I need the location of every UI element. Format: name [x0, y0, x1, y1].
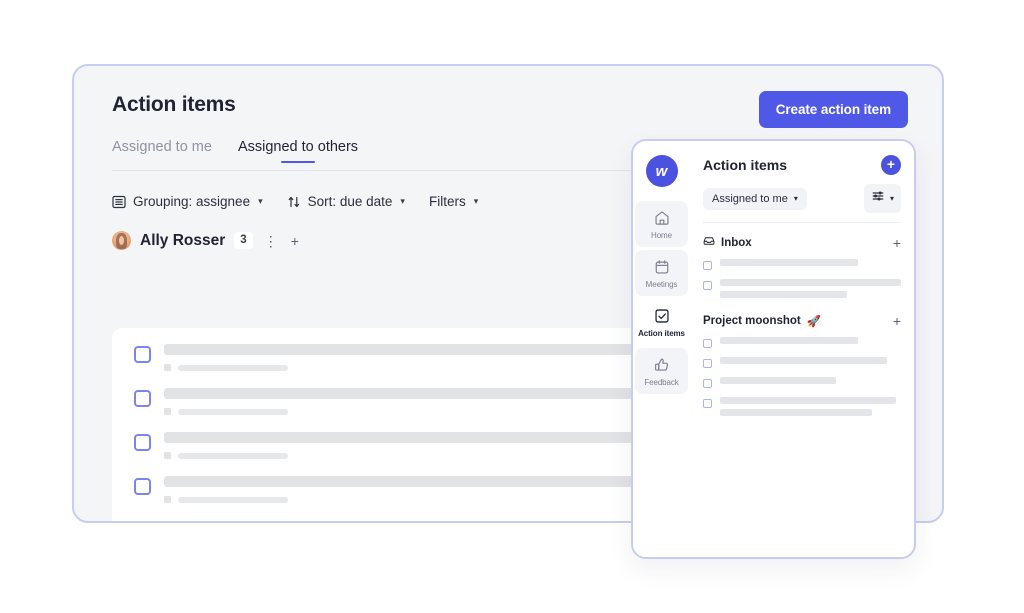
task-title-placeholder — [164, 476, 658, 487]
task-checkbox[interactable] — [703, 261, 712, 270]
sliders-icon — [871, 189, 885, 208]
section-title-project-moonshot: Project moonshot — [703, 315, 801, 327]
sidebar-item-action-items[interactable]: Action items — [635, 299, 688, 345]
sort-label: Sort: due date — [307, 194, 393, 209]
list-item[interactable] — [703, 357, 901, 368]
task-content — [720, 397, 901, 416]
rocket-icon: 🚀 — [806, 316, 822, 328]
list-item[interactable] — [703, 337, 901, 348]
task-meta-icon — [164, 408, 171, 415]
assignee-name: Ally Rosser — [140, 231, 226, 249]
task-content — [720, 337, 901, 344]
section-add-inbox[interactable]: + — [893, 236, 901, 250]
compact-page-title: Action items — [703, 157, 788, 173]
checkbox-icon — [653, 307, 671, 325]
tab-assigned-to-others[interactable]: Assigned to others — [238, 139, 358, 170]
task-title-placeholder — [720, 357, 887, 364]
task-content — [720, 357, 901, 364]
section-title-inbox: Inbox — [721, 236, 752, 249]
task-meta-icon — [164, 452, 171, 459]
sidebar-item-label: Feedback — [644, 378, 679, 387]
chevron-down-icon: ▾ — [473, 196, 479, 206]
compact-main-area: Action items + Assigned to me ▾ ▾ Inbox … — [690, 141, 914, 557]
list-item[interactable] — [703, 397, 901, 416]
filters-control[interactable]: Filters ▾ — [429, 194, 478, 209]
task-checkbox[interactable] — [134, 478, 151, 495]
sidebar-item-label: Home — [651, 231, 672, 240]
task-checkbox[interactable] — [134, 346, 151, 363]
sidebar-item-label: Action items — [638, 329, 685, 338]
compact-controls: Assigned to me ▾ ▾ — [703, 184, 901, 223]
grouping-control[interactable]: Grouping: assignee ▾ — [112, 194, 263, 209]
list-item[interactable] — [703, 259, 901, 270]
task-checkbox[interactable] — [703, 339, 712, 348]
compact-assignee-filter[interactable]: Assigned to me ▾ — [703, 187, 807, 210]
task-title-placeholder — [720, 397, 896, 404]
sidebar-item-meetings[interactable]: Meetings — [635, 250, 688, 296]
section-header-inbox: Inbox + — [703, 235, 901, 250]
app-sidebar: w Home Meetings Action items Feedback — [633, 141, 690, 557]
sort-icon — [287, 195, 301, 209]
list-item[interactable] — [703, 279, 901, 298]
task-title-placeholder — [720, 377, 836, 384]
screenshot-stage: Action items Create action item Assigned… — [0, 0, 1024, 613]
task-checkbox[interactable] — [703, 281, 712, 290]
home-icon — [653, 209, 671, 227]
chevron-down-icon: ▾ — [258, 196, 263, 206]
task-content — [720, 279, 901, 298]
task-content — [720, 377, 901, 384]
chevron-down-icon: ▾ — [889, 194, 894, 203]
task-checkbox[interactable] — [703, 379, 712, 388]
task-subtitle-placeholder — [720, 291, 847, 298]
tab-assigned-to-me[interactable]: Assigned to me — [112, 139, 212, 170]
compact-header: Action items + — [703, 155, 901, 175]
task-meta-placeholder — [178, 496, 288, 503]
task-checkbox[interactable] — [703, 399, 712, 408]
list-item[interactable] — [703, 377, 901, 388]
calendar-icon — [653, 258, 671, 276]
task-checkbox[interactable] — [703, 359, 712, 368]
task-title-placeholder — [720, 259, 858, 266]
thumbs-up-icon — [653, 356, 671, 374]
sidebar-item-label: Meetings — [645, 280, 678, 289]
task-content — [720, 259, 901, 266]
inbox-icon — [703, 235, 715, 250]
sidebar-item-feedback[interactable]: Feedback — [635, 348, 688, 394]
sort-control[interactable]: Sort: due date ▾ — [287, 194, 405, 209]
task-meta-icon — [164, 364, 171, 371]
task-title-placeholder — [720, 279, 901, 286]
task-checkbox[interactable] — [134, 434, 151, 451]
filters-label: Filters — [428, 194, 466, 209]
section-header-project-moonshot: Project moonshot 🚀 + — [703, 314, 901, 328]
task-subtitle-placeholder — [720, 409, 873, 416]
section-title-group: Project moonshot 🚀 — [703, 314, 821, 328]
section-title-group: Inbox — [703, 235, 752, 250]
task-meta-placeholder — [178, 452, 288, 459]
task-meta-placeholder — [178, 364, 288, 371]
task-meta-icon — [164, 496, 171, 503]
avatar — [112, 231, 131, 250]
section-add-project-moonshot[interactable]: + — [893, 314, 901, 328]
compact-add-button[interactable]: + — [881, 155, 901, 175]
grouping-icon — [112, 195, 126, 209]
group-add-task-icon[interactable]: + — [289, 234, 301, 248]
task-title-placeholder — [164, 432, 658, 443]
app-logo[interactable]: w — [645, 155, 678, 187]
chevron-down-icon: ▾ — [400, 196, 405, 206]
chevron-down-icon: ▾ — [793, 194, 798, 203]
sidebar-item-home[interactable]: Home — [635, 201, 688, 247]
task-title-placeholder — [720, 337, 858, 344]
compact-assignee-filter-label: Assigned to me — [712, 192, 788, 205]
create-action-item-button[interactable]: Create action item — [758, 91, 908, 128]
group-more-options-icon[interactable]: ⋮ — [262, 234, 280, 248]
task-checkbox[interactable] — [134, 390, 151, 407]
compact-action-items-panel: w Home Meetings Action items Feedback Ac… — [631, 139, 916, 559]
task-meta-placeholder — [178, 408, 288, 415]
grouping-label: Grouping: assignee — [133, 194, 251, 209]
compact-filter-settings-button[interactable]: ▾ — [863, 184, 901, 213]
assignee-task-count: 3 — [234, 232, 253, 249]
